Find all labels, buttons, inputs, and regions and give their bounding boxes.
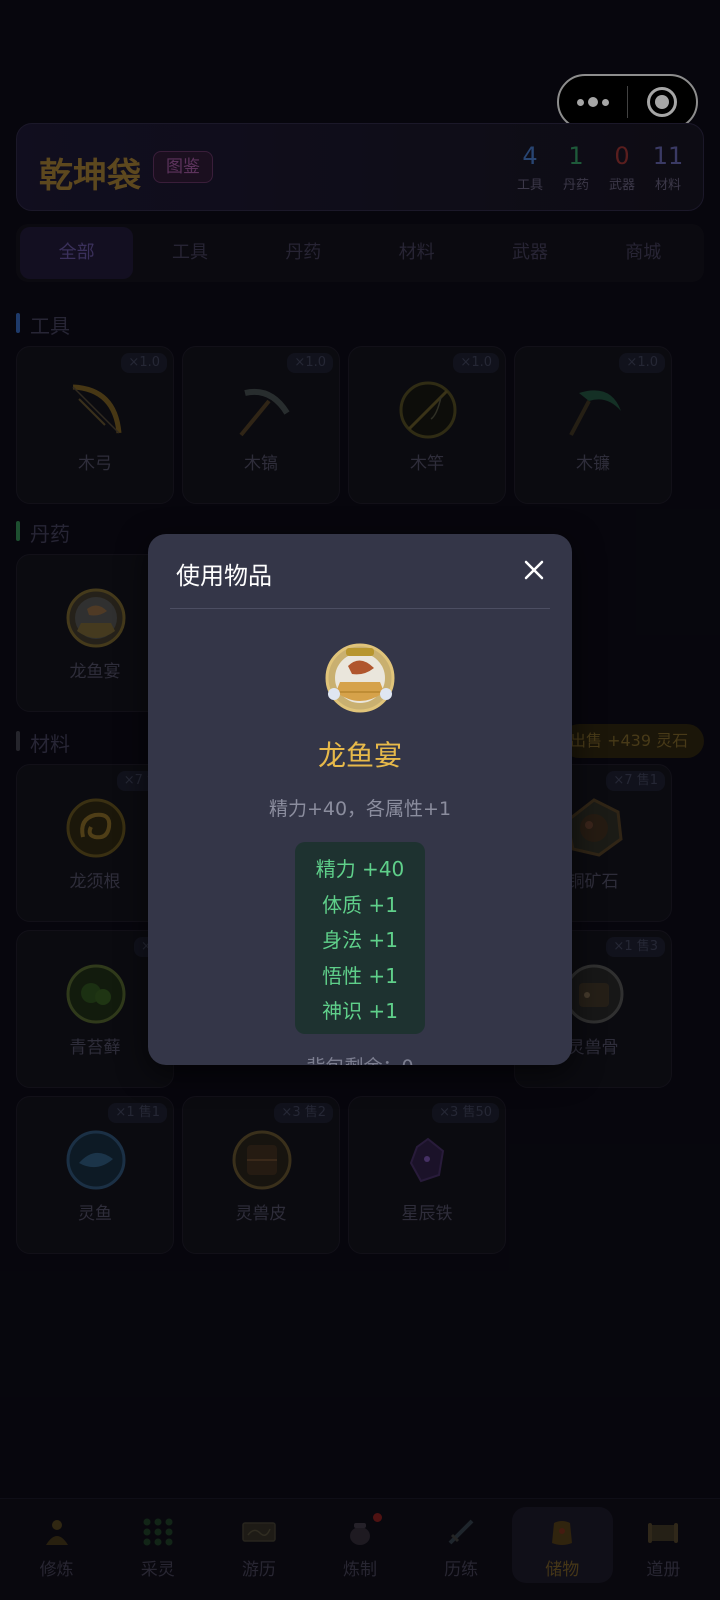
close-icon[interactable] [518,554,550,586]
effect-line: 神识 +1 [322,999,398,1023]
dragon-fish-feast-icon [325,643,395,713]
item-name: 龙鱼宴 [317,739,402,772]
dialog-divider [170,608,550,609]
effect-line: 精力 +40 [315,857,405,881]
inventory-page: 乾坤袋 图鉴 4 工具 1 丹药 0 武器 11 材料 全部 工具 丹药 材料 [0,0,720,1600]
effect-line: 体质 +1 [322,892,398,917]
item-description: 精力+40，各属性+1 [268,798,452,820]
effect-line: 悟性 +1 [322,963,398,988]
dialog-title: 使用物品 [176,562,272,590]
use-item-dialog: 使用物品 龙鱼宴 精力+40，各属性+1 精力 +40 体质 +1 身法 +1 … [148,534,572,1065]
effects-panel: 精力 +40 体质 +1 身法 +1 悟性 +1 神识 +1 [295,842,425,1034]
remaining-count: 背包剩余：0 [148,1052,572,1065]
effect-line: 身法 +1 [322,928,398,952]
